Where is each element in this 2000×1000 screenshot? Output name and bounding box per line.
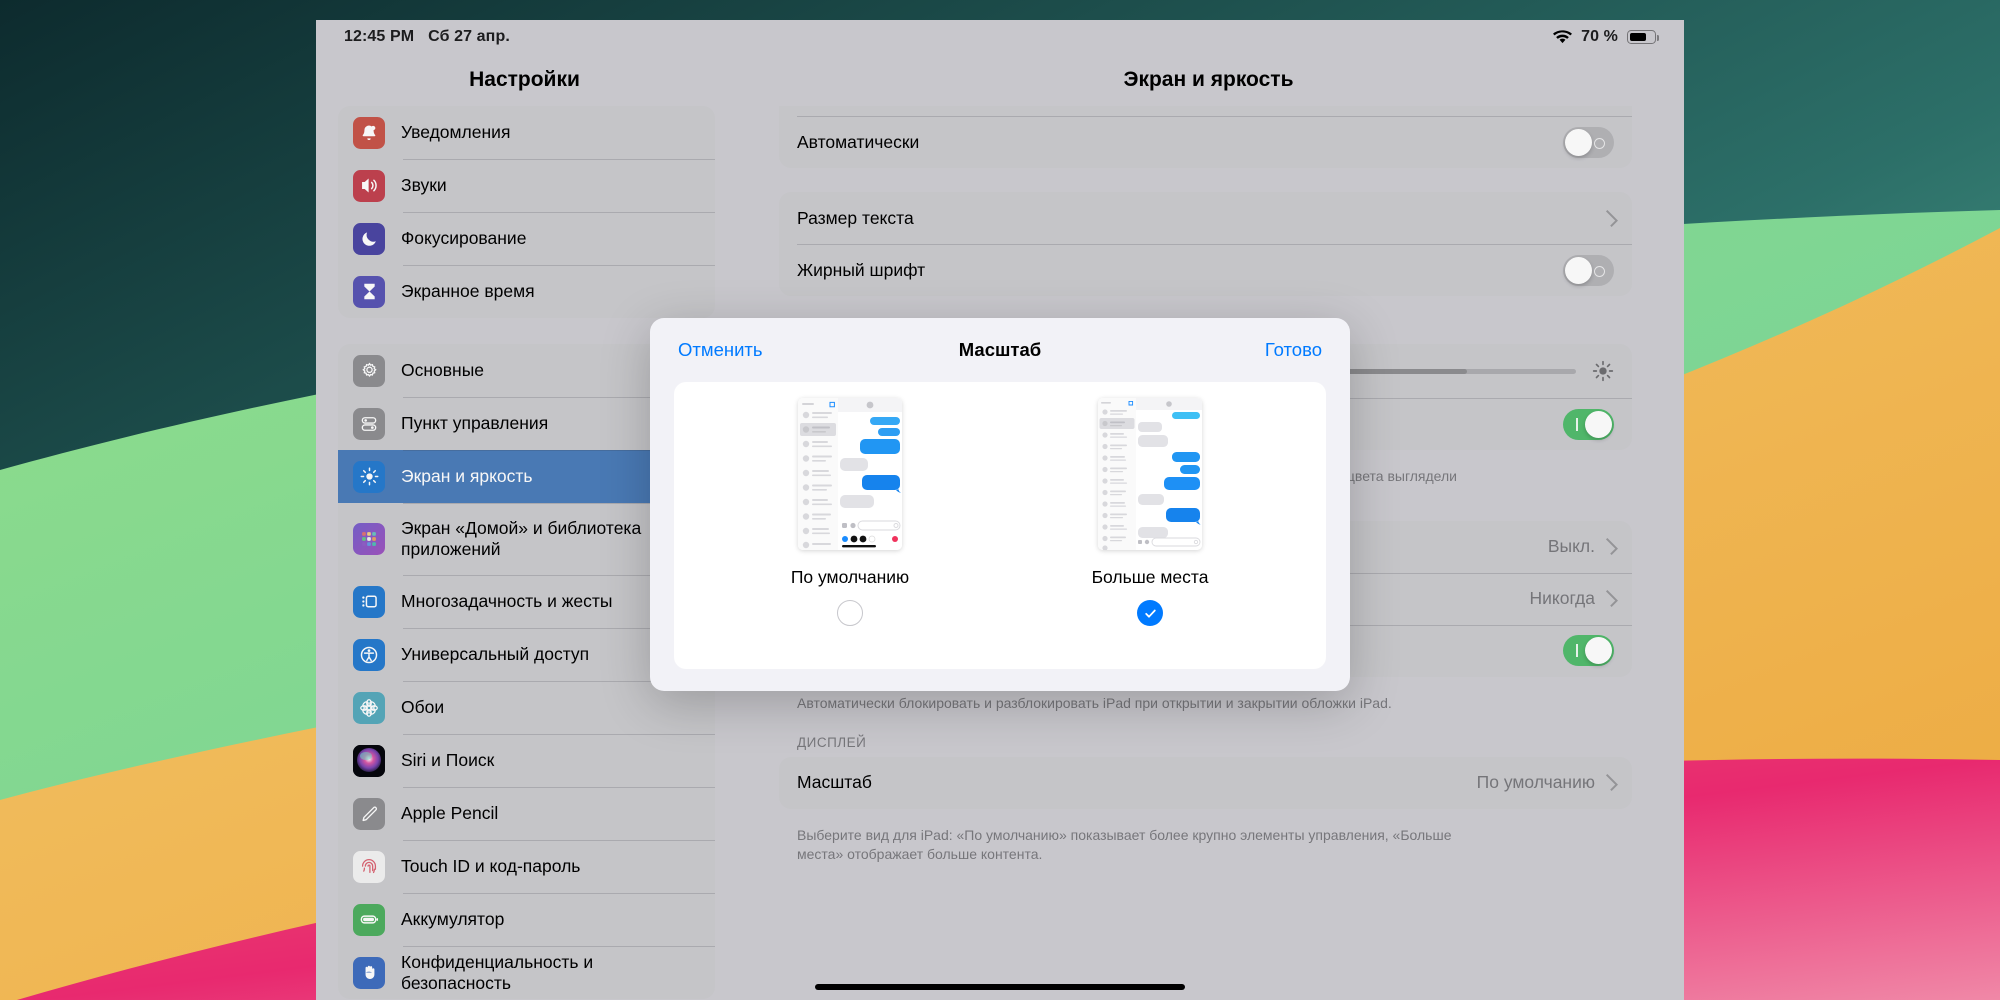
- detail-title: Экран и яркость: [1123, 68, 1294, 91]
- bold-text-toggle[interactable]: [1563, 254, 1614, 286]
- status-time: 12:45 PM: [344, 28, 415, 45]
- display-section-header: ДИСПЛЕЙ: [797, 734, 867, 750]
- option-label: Больше места: [1091, 567, 1209, 587]
- sidebar-group-1: Уведомления Звуки Фокусирование Экранное…: [338, 106, 715, 318]
- sidebar-item-label: Обои: [401, 697, 445, 717]
- moon-icon: [353, 222, 385, 255]
- row-value: Никогда: [1529, 588, 1595, 609]
- display-card: Масштаб По умолчанию: [779, 756, 1632, 809]
- nav-title-row: Настройки Экран и яркость: [316, 54, 1684, 106]
- sidebar-item-label: Конфиденциальность и безопасность: [401, 951, 594, 993]
- wallpaper-icon: [353, 691, 385, 724]
- multitask-icon: [353, 585, 385, 618]
- sidebar-item-sounds[interactable]: Звуки: [338, 159, 715, 212]
- sidebar-item-label: Фокусирование: [401, 228, 527, 248]
- chevron-right-icon: [1601, 209, 1618, 227]
- automatic-toggle[interactable]: [1563, 126, 1614, 158]
- zoom-note: Выберите вид для iPad: «По умолчанию» по…: [797, 826, 1452, 862]
- row-label: Размер текста: [797, 207, 914, 228]
- messages-default-preview: [798, 398, 902, 550]
- status-bar: 12:45 PM Сб 27 апр. 70 %: [316, 20, 1684, 54]
- accessibility-icon: [353, 638, 385, 671]
- row-automatic[interactable]: Автоматически: [779, 116, 1632, 168]
- battery-percent-label: 70 %: [1581, 28, 1618, 45]
- sidebar-item-notifications[interactable]: Уведомления: [338, 106, 715, 159]
- cover-lock-toggle[interactable]: [1563, 635, 1614, 667]
- zoom-option-default[interactable]: По умолчанию: [756, 398, 944, 626]
- row-label: Масштаб: [797, 772, 872, 793]
- row-label: Жирный шрифт: [797, 259, 926, 280]
- chevron-right-icon: [1601, 538, 1618, 556]
- sidebar-item-label: Пункт управления: [401, 413, 549, 433]
- sidebar-item-focus[interactable]: Фокусирование: [338, 212, 715, 265]
- sun-icon: [1592, 360, 1614, 382]
- sidebar-item-label: Многозадачность и жесты: [401, 591, 613, 611]
- sidebar-item-privacy-security[interactable]: Конфиденциальность и безопасность: [338, 946, 715, 999]
- app-grid-icon: [353, 523, 385, 555]
- sidebar-item-battery[interactable]: Аккумулятор: [338, 893, 715, 946]
- sidebar-item-label: Экранное время: [401, 281, 535, 301]
- sidebar-item-label: Apple Pencil: [401, 803, 499, 823]
- row-zoom[interactable]: Масштаб По умолчанию: [779, 757, 1632, 809]
- sidebar-item-label: Звуки: [401, 175, 447, 195]
- battery-icon: [1627, 30, 1659, 44]
- option-label: По умолчанию: [790, 567, 910, 587]
- sidebar-item-label: Универсальный доступ: [401, 644, 590, 664]
- appearance-card: Автоматически: [779, 106, 1632, 168]
- row-value: Выкл.: [1547, 536, 1595, 557]
- sidebar-item-label: Экран и яркость: [401, 466, 533, 486]
- gear-icon: [353, 354, 385, 387]
- true-tone-toggle[interactable]: [1563, 408, 1614, 440]
- sidebar-item-screen-time[interactable]: Экранное время: [338, 265, 715, 318]
- siri-icon: [353, 744, 385, 777]
- row-text-size[interactable]: Размер текста: [779, 192, 1632, 244]
- radio-default[interactable]: [837, 600, 863, 626]
- row-label: Автоматически: [797, 131, 920, 152]
- status-date: Сб 27 апр.: [428, 28, 510, 45]
- brightness-icon: [353, 460, 385, 493]
- sidebar-item-label: Touch ID и код-пароль: [401, 856, 581, 876]
- pencil-icon: [353, 797, 385, 830]
- bell-icon: [353, 116, 385, 149]
- text-card: Размер текста Жирный шрифт: [779, 192, 1632, 296]
- chevron-right-icon: [1601, 774, 1618, 792]
- done-button[interactable]: Готово: [1265, 339, 1322, 361]
- sidebar-item-siri-search[interactable]: Siri и Поиск: [338, 734, 715, 787]
- speaker-icon: [353, 169, 385, 202]
- sidebar-item-label: Основные: [401, 360, 485, 380]
- radio-more-space[interactable]: [1137, 600, 1163, 626]
- sidebar-item-touch-id[interactable]: Touch ID и код-пароль: [338, 840, 715, 893]
- chevron-right-icon: [1601, 590, 1618, 608]
- home-indicator[interactable]: [815, 984, 1185, 990]
- hand-icon: [353, 956, 385, 989]
- hourglass-icon: [353, 275, 385, 308]
- row-bold-text[interactable]: Жирный шрифт: [779, 244, 1632, 296]
- zoom-modal[interactable]: Отменить Масштаб Готово По умолчанию Бол…: [650, 318, 1350, 691]
- sidebar-item-label: Siri и Поиск: [401, 750, 495, 770]
- sidebar-title: Настройки: [469, 68, 580, 91]
- sidebar-item-apple-pencil[interactable]: Apple Pencil: [338, 787, 715, 840]
- sliders-icon: [353, 407, 385, 440]
- modal-header: Отменить Масштаб Готово: [650, 318, 1350, 382]
- messages-more-space-preview: [1098, 398, 1202, 550]
- sidebar-item-label: Уведомления: [401, 122, 511, 142]
- fingerprint-icon: [353, 850, 385, 883]
- row-value: По умолчанию: [1476, 772, 1595, 793]
- wifi-icon: [1553, 29, 1573, 45]
- modal-body: По умолчанию Больше места: [674, 382, 1326, 669]
- zoom-option-more-space[interactable]: Больше места: [1056, 398, 1244, 626]
- cover-lock-note: Автоматически блокировать и разблокирова…: [797, 694, 1392, 711]
- cancel-button[interactable]: Отменить: [678, 339, 763, 361]
- battery-app-icon: [353, 903, 385, 936]
- sidebar-item-label: Аккумулятор: [401, 909, 505, 929]
